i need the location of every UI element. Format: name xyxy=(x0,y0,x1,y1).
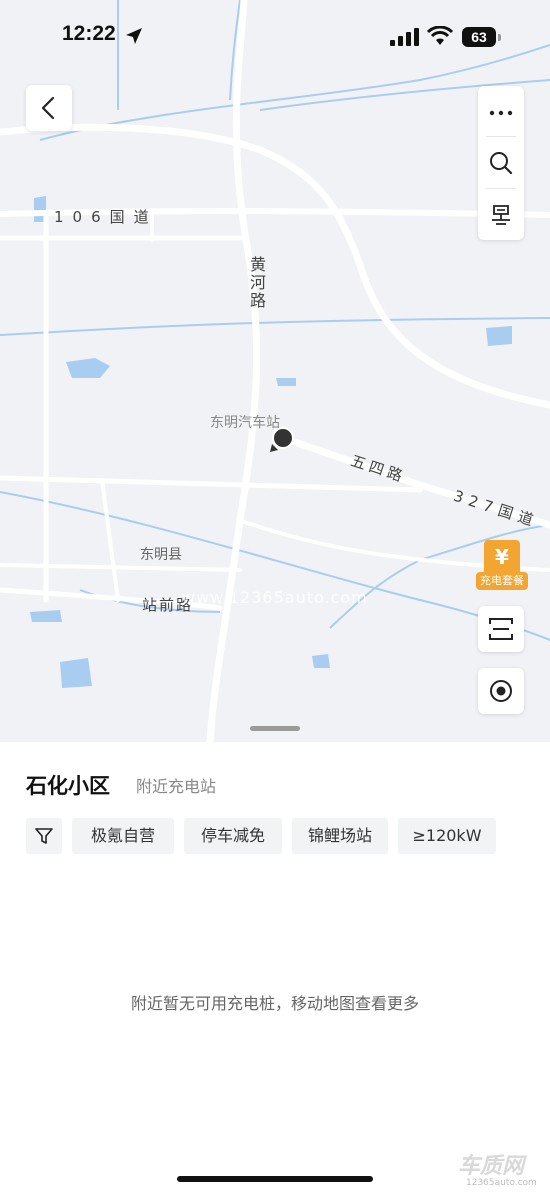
back-button[interactable] xyxy=(26,85,72,131)
chevron-left-icon xyxy=(41,96,55,120)
filter-icon xyxy=(35,828,53,844)
route-button[interactable] xyxy=(478,190,524,240)
cellular-signal-icon xyxy=(390,28,419,46)
search-button[interactable] xyxy=(478,138,524,188)
map-canvas xyxy=(0,0,550,742)
status-bar: 12:22 63 xyxy=(0,0,550,70)
filter-chip-parking[interactable]: 停车减免 xyxy=(184,818,282,854)
place-label-bus-station: 东明汽车站 xyxy=(210,415,280,431)
empty-state-message: 附近暂无可用充电桩，移动地图查看更多 xyxy=(130,994,419,1013)
road-label-huanghe: 黄河路 xyxy=(247,256,266,310)
route-icon xyxy=(492,205,510,225)
more-button[interactable] xyxy=(478,88,524,138)
charging-package-label: 充电套餐 xyxy=(476,572,528,590)
filter-chip-zeekr[interactable]: 极氪自营 xyxy=(72,818,174,854)
yen-icon: ¥ xyxy=(484,540,520,574)
scan-button[interactable] xyxy=(478,606,524,652)
watermark: www.12365auto.com xyxy=(182,588,368,607)
wifi-icon xyxy=(427,26,453,45)
clock: 12:22 xyxy=(62,22,116,45)
location-arrow-icon xyxy=(126,28,142,44)
road-label-106: 106国道 xyxy=(54,208,158,226)
more-icon xyxy=(489,110,513,116)
filter-chip-power[interactable]: ≥120kW xyxy=(398,818,496,854)
locate-button[interactable] xyxy=(478,668,524,714)
map-view[interactable]: 106国道 黄河路 五四路 327国道 站前路 东明县 东明汽车站 www.12… xyxy=(0,0,550,742)
place-label-county: 东明县 xyxy=(140,547,182,563)
home-indicator[interactable] xyxy=(177,1176,373,1182)
search-icon xyxy=(490,152,513,175)
battery-indicator: 63 xyxy=(462,27,501,47)
map-toolbar xyxy=(478,86,524,240)
corner-watermark-logo: 车质网 xyxy=(458,1154,525,1179)
area-subtitle: 附近充电站 xyxy=(136,777,217,796)
filter-button[interactable] xyxy=(26,818,62,854)
charging-package-badge[interactable]: ¥ 充电套餐 xyxy=(476,540,528,592)
sheet-drag-handle[interactable] xyxy=(250,726,300,731)
area-title: 石化小区 xyxy=(26,774,110,798)
scan-icon xyxy=(489,618,513,640)
filter-chip-koi[interactable]: 锦鲤场站 xyxy=(292,818,388,854)
corner-watermark-url: 12365auto.com xyxy=(466,1178,537,1188)
locate-icon xyxy=(490,680,512,702)
bottom-sheet xyxy=(0,742,550,1192)
